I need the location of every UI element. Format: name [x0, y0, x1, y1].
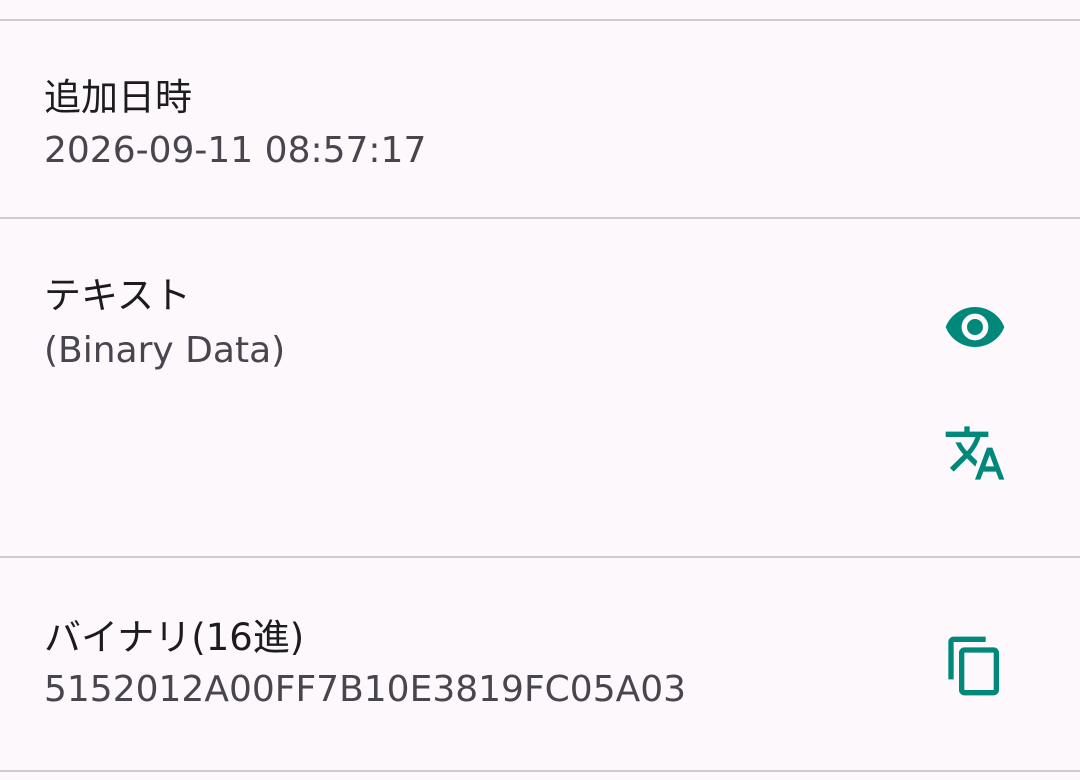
copy-icon: [948, 636, 999, 696]
binary-hex-label: バイナリ(16進): [44, 616, 305, 659]
added-datetime-value: 2026-09-11 08:57:17: [44, 130, 427, 171]
added-datetime-row: 追加日時 2026-09-11 08:57:17: [0, 21, 1080, 217]
added-datetime-label: 追加日時: [44, 76, 192, 119]
text-label: テキスト: [44, 274, 191, 317]
binary-hex-value: 5152012A00FF7B10E3819FC05A03: [44, 669, 687, 710]
binary-hex-row: バイナリ(16進) 5152012A00FF7B10E3819FC05A03: [0, 558, 1080, 770]
translate-icon: [945, 426, 1005, 480]
copy-binary-button[interactable]: [935, 626, 1015, 706]
text-value: (Binary Data): [44, 330, 286, 371]
eye-icon: [945, 307, 1005, 347]
divider-bottom: [0, 770, 1080, 772]
translate-button[interactable]: [935, 413, 1015, 493]
view-text-button[interactable]: [935, 287, 1015, 367]
text-row: テキスト (Binary Data): [0, 219, 1080, 556]
